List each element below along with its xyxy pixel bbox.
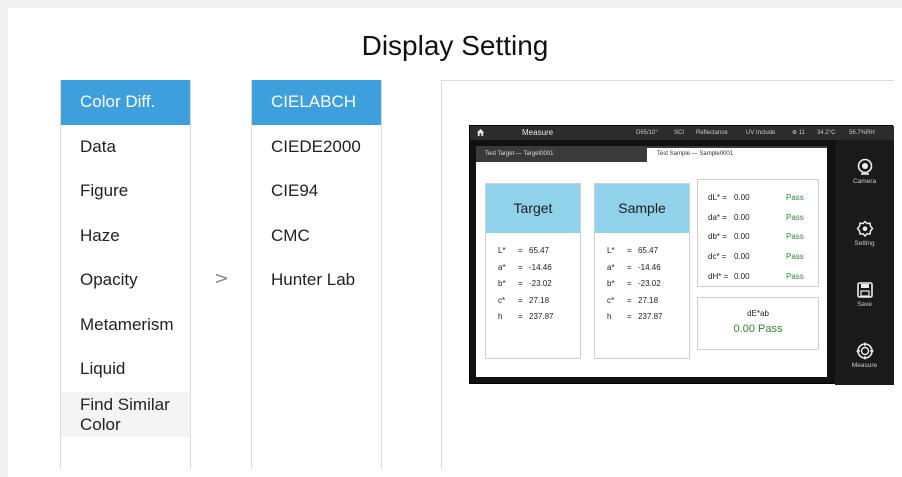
delta-e-result: 0.00 Pass xyxy=(733,323,783,335)
target-row-b: b* = -23.02 xyxy=(498,279,552,288)
measurement-screen: Test Target — Target0001 Test Sample — S… xyxy=(476,146,827,377)
tab-test-target[interactable]: Test Target — Target0001 xyxy=(485,149,554,159)
target-row-a: a* = -14.46 xyxy=(498,262,552,272)
measure-button[interactable]: Measure xyxy=(835,342,894,369)
menu-item-hunter-lab[interactable]: Hunter Lab xyxy=(252,258,381,303)
test-tabs: Test Target — Target0001 Test Sample — S… xyxy=(476,146,827,162)
target-card: Target L* = 65.47 a* = -14.46 b* = -23.02 c* = 2… xyxy=(485,183,581,359)
menu-item-ciede2000[interactable]: CIEDE2000 xyxy=(252,125,381,170)
sample-row-b: b* = -23.02 xyxy=(607,279,661,288)
save-label: Save xyxy=(857,301,872,308)
delta-e-label: dE*ab xyxy=(747,309,769,318)
camera-button[interactable]: Camera xyxy=(835,158,894,185)
menu-item-cmc[interactable]: CMC xyxy=(252,214,381,259)
reflectance-status: Reflectance xyxy=(696,130,728,136)
delta-e-panel: dE*ab 0.00 Pass xyxy=(697,297,819,350)
home-icon[interactable] xyxy=(476,128,485,137)
page-title: Display Setting xyxy=(361,30,549,61)
target-row-l: L* = 65.47 xyxy=(498,246,550,255)
target-icon xyxy=(856,342,873,360)
menu-item-opacity[interactable]: Opacity xyxy=(61,258,190,303)
chevron-right-icon: > xyxy=(214,268,230,289)
device-status-bar: Measure D65/10° SCI Reflectance UV Inclu… xyxy=(470,126,894,140)
target-card-header: Target xyxy=(486,184,580,233)
menu-item-cielabch[interactable]: CIELABCH xyxy=(252,80,381,125)
setting-button[interactable]: Setting xyxy=(835,220,894,247)
target-row-c: c* = 27.18 xyxy=(498,295,550,305)
device-screen-title: Measure xyxy=(522,128,554,137)
sample-row-l: L* = 65.47 xyxy=(607,246,659,255)
observer-status: D65/10° xyxy=(636,130,658,136)
device-side-toolbar: Camera Setting Save Measure xyxy=(835,140,894,385)
camera-label: Camera xyxy=(852,178,877,185)
menu-item-color-diff[interactable]: Color Diff. xyxy=(61,80,190,125)
count-status: ⊕ 11 xyxy=(792,130,805,136)
device-screenshot: Measure D65/10° SCI Reflectance UV Inclu… xyxy=(469,125,894,385)
temperature-status: 34.2°C xyxy=(817,130,836,136)
camera-icon xyxy=(857,158,872,175)
difference-panel: dL* = 0.00 Pass da* = 0.00 Pass db* = 0.00 Pas… xyxy=(697,179,819,287)
diff-row-da: da* = 0.00 Pass xyxy=(708,212,804,222)
formula-menu: CIELABCH CIEDE2000 CIE94 CMC Hunter Lab xyxy=(251,80,382,469)
category-menu: Color Diff. Data Figure Haze Opacity Met… xyxy=(60,80,191,469)
sample-row-c: c* = 27.18 xyxy=(607,295,659,305)
menu-item-metamerism[interactable]: Metamerism xyxy=(61,303,190,348)
menu-item-data[interactable]: Data xyxy=(61,125,190,170)
menu-item-liquid[interactable]: Liquid xyxy=(61,347,190,392)
mode-status: SCI xyxy=(674,130,685,136)
sample-card: Sample L* = 65.47 a* = -14.46 b* = -23.02 c* = 2… xyxy=(594,183,690,359)
diff-row-db: db* = 0.00 Pass xyxy=(708,232,804,242)
uv-status: UV Include xyxy=(746,130,776,136)
menu-item-haze[interactable]: Haze xyxy=(61,214,190,259)
diff-row-dc: dc* = 0.00 Pass xyxy=(708,252,804,262)
diff-row-dl: dL* = 0.00 Pass xyxy=(708,193,804,202)
humidity-status: 56.7%RH xyxy=(849,130,875,136)
save-button[interactable]: Save xyxy=(835,281,894,308)
save-icon xyxy=(856,282,873,298)
target-row-h: h = 237.87 xyxy=(498,312,554,321)
sample-row-h: h = 237.87 xyxy=(607,312,663,321)
menu-item-find-similar-color[interactable]: Find Similar Color xyxy=(61,391,190,437)
setting-label: Setting xyxy=(854,240,875,247)
sample-row-a: a* = -14.46 xyxy=(607,262,661,272)
menu-item-cie94[interactable]: CIE94 xyxy=(252,169,381,214)
menu-item-figure[interactable]: Figure xyxy=(61,169,190,214)
sample-card-header: Sample xyxy=(595,184,689,233)
diff-row-dh: dH* = 0.00 Pass xyxy=(708,271,804,281)
tab-test-sample[interactable]: Test Sample — Sample0001 xyxy=(647,148,827,162)
gear-icon xyxy=(856,220,873,238)
measure-label: Measure xyxy=(851,362,878,369)
